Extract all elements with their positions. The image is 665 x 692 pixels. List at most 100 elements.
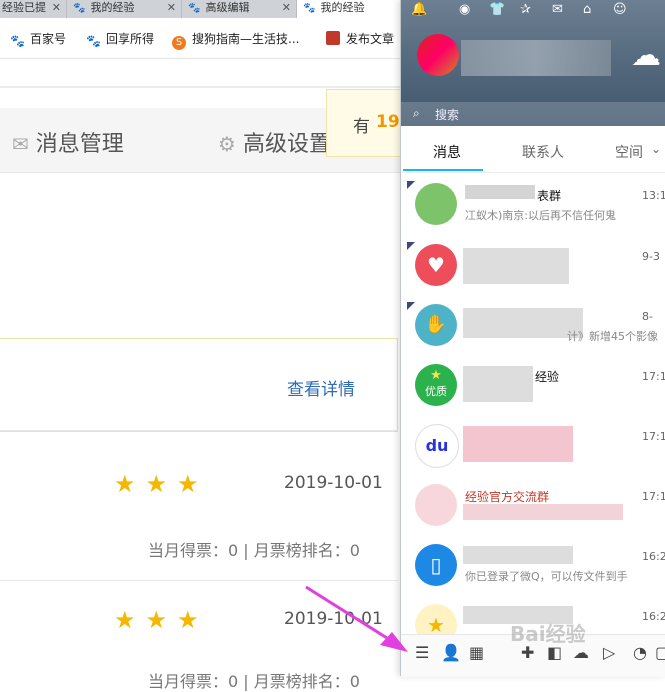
video-icon[interactable]: ▷ xyxy=(603,643,615,662)
qq-panel: 🔔 ◉ 👕 ✰ ✉ ⌂ ☺ ☁ ⌕ 搜索 消息 联系人 空间 ⌄ 表群 冮蚁木)… xyxy=(400,0,665,677)
main-menu-icon[interactable]: ☰ xyxy=(415,643,429,662)
contact-name: 经验 xyxy=(535,370,560,384)
entry-stats: 当月得票：0 | 月票榜排名：0 xyxy=(148,541,360,560)
add-contact-icon[interactable]: 👤 xyxy=(441,643,461,662)
list-item[interactable]: ▯ 你已登录了微Q，可以传文件到手 16:2 xyxy=(401,540,665,600)
list-item[interactable]: 经验官方交流群 17:1 xyxy=(401,480,665,540)
browser-tab[interactable]: 经验已提 ✕ xyxy=(0,0,67,18)
list-item[interactable]: 表群 冮蚁木)南京:以后再不信任何鬼 13:1 xyxy=(401,179,665,239)
list-item[interactable]: ★ 优质 经验 17:1 xyxy=(401,360,665,420)
star-rating: ★★★ xyxy=(114,470,209,498)
nav-item-messages[interactable]: ✉ 消息管理 xyxy=(12,126,124,158)
bookmark-item[interactable]: 🐾 百家号 xyxy=(10,30,66,48)
star-icon: ★ xyxy=(430,368,442,383)
redacted-blur xyxy=(463,248,569,284)
avatar[interactable] xyxy=(417,34,459,76)
tab-label: 高级编辑 xyxy=(205,1,250,14)
avatar-label: 优质 xyxy=(425,385,447,398)
tab-space[interactable]: 空间 xyxy=(615,142,643,162)
contact-name: 表群 xyxy=(537,189,562,203)
article-icon xyxy=(326,31,340,45)
mail-icon: ✉ xyxy=(12,132,29,156)
redacted-blur xyxy=(463,426,573,462)
contact-time: 9-3 xyxy=(642,250,660,263)
weather-cloud-icon[interactable]: ☁ xyxy=(631,38,661,73)
baidu-paw-icon: 🐾 xyxy=(10,34,25,48)
list-item[interactable]: ✋ 计》新增45个影像 8- xyxy=(401,300,665,360)
view-details-link[interactable]: 查看详情 xyxy=(287,375,355,400)
face-icon[interactable]: ☺ xyxy=(613,2,627,17)
bookmark-label: 百家号 xyxy=(30,32,67,46)
contact-time: 17:1 xyxy=(642,490,665,503)
baidu-paw-icon: 🐾 xyxy=(303,3,316,14)
entry-stats: 当月得票：0 | 月票榜排名：0 xyxy=(148,672,360,691)
divider xyxy=(0,430,398,431)
tab-label: 我的经验 xyxy=(320,1,365,14)
quality-avatar-icon: ★ 优质 xyxy=(415,364,457,406)
contact-time: 17:1 xyxy=(642,370,665,383)
qq-tab-bar: 消息 联系人 空间 ⌄ xyxy=(401,128,665,173)
more-icon[interactable]: ▢ xyxy=(655,643,665,662)
tab-contacts[interactable]: 联系人 xyxy=(522,142,564,162)
avatar xyxy=(415,484,457,526)
bookmark-item[interactable]: 🐾 回享所得 xyxy=(86,30,154,48)
entry-date: 2019-10-01 xyxy=(284,609,383,629)
contact-time: 16:2 xyxy=(642,550,665,563)
chevron-down-icon[interactable]: ⌄ xyxy=(651,142,661,156)
gear-icon: ⚙ xyxy=(218,132,236,156)
baidu-avatar-icon: du xyxy=(415,424,459,468)
redacted-blur xyxy=(465,185,535,199)
bookmark-label: 搜狗指南—生活技... xyxy=(192,32,300,46)
apps-icon[interactable]: ▦ xyxy=(469,643,484,662)
browser-tab-active[interactable]: 🐾 我的经验 xyxy=(297,0,408,18)
avatar xyxy=(415,183,457,225)
list-item[interactable]: ♥ 9-3 xyxy=(401,240,665,300)
entry-date: 2019-10-01 xyxy=(284,473,383,493)
close-icon[interactable]: ✕ xyxy=(167,0,176,16)
search-input[interactable]: 搜索 xyxy=(435,106,459,123)
contact-time: 16:2 xyxy=(642,610,665,623)
sogou-icon: S xyxy=(172,36,186,50)
nickname-blur xyxy=(461,40,611,76)
phone-avatar-icon: ▯ xyxy=(415,544,457,586)
target-icon[interactable]: ◉ xyxy=(459,2,470,17)
shirt-icon[interactable]: 👕 xyxy=(489,2,505,17)
mail-icon[interactable]: ✉ xyxy=(552,2,563,17)
close-icon[interactable]: ✕ xyxy=(282,0,291,16)
baidu-paw-icon: 🐾 xyxy=(86,34,101,48)
watermark: Bai经验 xyxy=(510,622,586,646)
pin-marker xyxy=(407,242,415,250)
contact-time: 17:1 xyxy=(642,430,665,443)
browser-icon[interactable]: ◔ xyxy=(633,643,647,662)
nav-item-advanced-settings[interactable]: ⚙ 高级设置 xyxy=(218,126,331,158)
nav-item-label: 消息管理 xyxy=(35,132,124,157)
bookmark-label: 发布文章 xyxy=(346,32,395,46)
search-icon: ⌕ xyxy=(413,106,420,120)
redacted-blur xyxy=(463,504,623,520)
contact-message: 计》新增45个影像 xyxy=(567,330,658,343)
contact-message: 冮蚁木)南京:以后再不信任何鬼 xyxy=(465,209,616,222)
close-icon[interactable]: ✕ xyxy=(52,0,61,16)
browser-tab[interactable]: 🐾 高级编辑 ✕ xyxy=(182,0,297,18)
redacted-blur xyxy=(463,546,573,564)
bookmark-item[interactable]: S 搜狗指南—生活技... xyxy=(172,30,299,50)
pin-marker xyxy=(407,302,415,310)
bell-icon[interactable]: 🔔 xyxy=(411,2,427,17)
list-item[interactable]: du 17:1 xyxy=(401,420,665,480)
redacted-blur xyxy=(463,308,583,338)
nav-item-label: 高级设置 xyxy=(242,132,331,157)
pin-marker xyxy=(407,181,415,189)
tab-messages[interactable]: 消息 xyxy=(433,142,461,162)
browser-tab[interactable]: 🐾 我的经验 ✕ xyxy=(67,0,182,18)
baidu-paw-icon: 🐾 xyxy=(73,3,86,14)
star-icon[interactable]: ✰ xyxy=(520,2,531,17)
baidu-paw-icon: 🐾 xyxy=(188,3,201,14)
bookmark-item[interactable]: 发布文章 xyxy=(326,30,394,47)
heart-avatar-icon: ♥ xyxy=(415,244,457,286)
tab-label: 经验已提 xyxy=(2,1,46,14)
contact-time: 13:1 xyxy=(642,189,665,202)
redacted-blur xyxy=(463,366,533,402)
home-icon[interactable]: ⌂ xyxy=(583,2,591,17)
bookmark-label: 回享所得 xyxy=(106,32,155,46)
divider xyxy=(0,580,398,581)
